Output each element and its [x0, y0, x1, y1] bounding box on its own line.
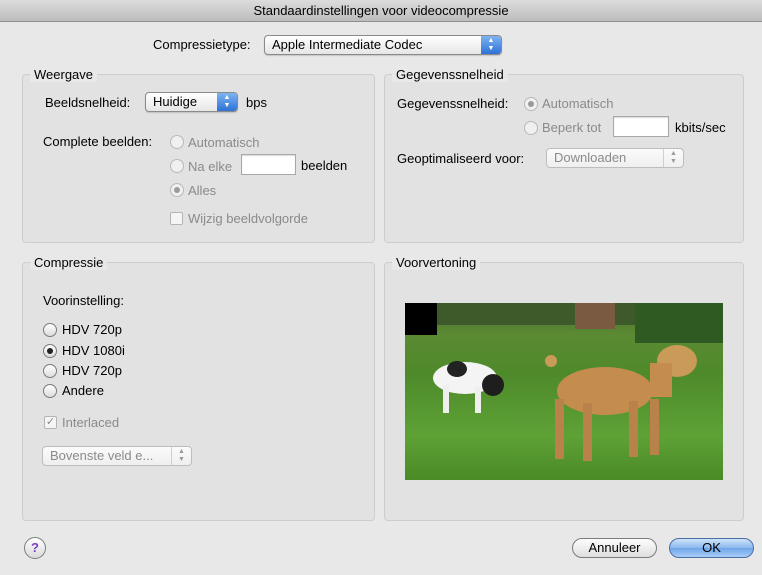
datarate-group-title: Gegevenssnelheid — [392, 67, 508, 82]
ok-button[interactable]: OK — [669, 538, 754, 558]
frame-rate-value: Huidige — [153, 94, 198, 109]
datarate-unit: kbits/sec — [675, 120, 726, 135]
preset-label: Voorinstelling: — [43, 293, 124, 308]
field-order-popup[interactable]: Bovenste veld e... ▲ ▼ — [42, 446, 192, 466]
dogs-preview-illustration — [405, 303, 723, 461]
keyframes-automatic-label: Automatisch — [188, 135, 260, 150]
datarate-label: Gegevenssnelheid: — [397, 96, 509, 111]
datarate-limit-radio[interactable] — [524, 121, 538, 135]
compression-type-value: Apple Intermediate Codec — [272, 37, 423, 52]
interlaced-label: Interlaced — [62, 415, 120, 430]
keyframes-every-radio[interactable] — [170, 159, 184, 173]
preset-radio-1[interactable] — [43, 323, 57, 337]
compression-type-popup[interactable]: Apple Intermediate Codec ▲ ▼ — [264, 35, 502, 55]
popup-arrows-icon: ▲ ▼ — [663, 149, 683, 167]
optimized-popup[interactable]: Downloaden ▲ ▼ — [546, 148, 684, 168]
preset-label-3: HDV 720p — [62, 363, 122, 378]
radio-dot-icon — [528, 101, 534, 107]
window-title: Standaardinstellingen voor videocompress… — [253, 3, 509, 18]
window-title-bar: Standaardinstellingen voor videocompress… — [0, 0, 762, 22]
datarate-limit-label: Beperk tot — [542, 120, 602, 135]
radio-dot-icon — [174, 187, 180, 193]
popup-arrows-icon: ▲ ▼ — [171, 447, 191, 465]
compression-group-title: Compressie — [30, 255, 108, 270]
keyframes-all-radio[interactable] — [170, 183, 184, 197]
preset-label-4: Andere — [62, 383, 104, 398]
checkmark-icon: ✓ — [45, 416, 56, 428]
preset-radio-3[interactable] — [43, 364, 57, 378]
optimized-label: Geoptimaliseerd voor: — [397, 151, 525, 166]
popup-arrows-icon: ▲ ▼ — [481, 36, 501, 54]
preset-label-1: HDV 720p — [62, 322, 122, 337]
preview-image — [405, 303, 723, 480]
preset-label-2: HDV 1080i — [62, 343, 125, 358]
popup-arrows-icon: ▲ ▼ — [217, 93, 237, 111]
preview-group-title: Voorvertoning — [392, 255, 481, 270]
keyframes-automatic-radio[interactable] — [170, 135, 184, 149]
datarate-automatic-radio[interactable] — [524, 97, 538, 111]
preset-radio-2[interactable] — [43, 344, 57, 358]
reorder-label: Wijzig beeldvolgorde — [188, 211, 308, 226]
keyframes-every-prefix: Na elke — [188, 159, 233, 174]
reorder-checkbox[interactable] — [170, 212, 183, 225]
display-group-title: Weergave — [30, 67, 98, 82]
preset-radio-4[interactable] — [43, 384, 57, 398]
optimized-value: Downloaden — [554, 150, 627, 165]
interlaced-checkbox[interactable]: ✓ — [44, 416, 57, 429]
keyframes-label: Complete beelden: — [43, 134, 153, 149]
radio-dot-icon — [47, 348, 53, 354]
help-icon: ? — [31, 540, 39, 555]
frame-rate-popup[interactable]: Huidige ▲ ▼ — [145, 92, 238, 112]
datarate-limit-field[interactable] — [613, 116, 669, 137]
cancel-button[interactable]: Annuleer — [572, 538, 657, 558]
frame-rate-unit: bps — [246, 95, 267, 110]
help-button[interactable]: ? — [24, 537, 46, 559]
datarate-automatic-label: Automatisch — [542, 96, 614, 111]
keyframes-every-suffix: beelden — [301, 158, 348, 173]
field-order-value: Bovenste veld e... — [50, 448, 154, 463]
frame-rate-label: Beeldsnelheid: — [45, 95, 131, 110]
compression-type-label: Compressietype: — [153, 37, 251, 52]
keyframes-all-label: Alles — [188, 183, 217, 198]
keyframes-every-field[interactable] — [241, 154, 296, 175]
